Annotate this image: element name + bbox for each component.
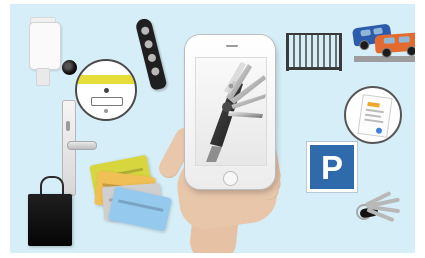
camera-lens-icon [62, 60, 77, 75]
phone-screen [195, 57, 267, 166]
card-blue [108, 186, 172, 232]
zoom-small-dot [104, 109, 108, 113]
car-window [398, 36, 410, 43]
tool-rivet-icon [228, 83, 234, 89]
remote-button [150, 66, 161, 77]
multitool-illustration [206, 62, 266, 162]
car-window [383, 37, 396, 44]
remote-button [143, 39, 154, 50]
zoom-indicator-dot [104, 88, 109, 93]
orange-car [374, 32, 415, 59]
remote-button [147, 53, 157, 63]
document-zoom-circle [344, 86, 402, 144]
car-window [360, 29, 372, 37]
shopping-bag [28, 194, 72, 246]
tool-pivot-icon [222, 102, 232, 112]
document-line [365, 108, 384, 114]
parking-sign: P [307, 142, 357, 192]
camera-stand [36, 68, 50, 86]
door-handle [67, 141, 97, 150]
remote-button [140, 25, 151, 36]
wheel-icon [406, 45, 415, 57]
zoom-panel [91, 97, 123, 106]
car-window [373, 27, 383, 35]
security-camera [29, 22, 77, 75]
document-sheet [357, 94, 393, 138]
bag-handle [40, 176, 64, 196]
document-line [364, 113, 382, 118]
document-line [364, 118, 384, 124]
document-stamp-icon [375, 127, 383, 135]
background-panel: P [10, 4, 415, 253]
zoom-detail-circle [75, 59, 137, 121]
blade-4 [228, 111, 263, 118]
zoom-band [77, 75, 135, 84]
phone-speaker [226, 45, 238, 47]
home-button [223, 171, 238, 186]
document-header-accent [367, 101, 380, 108]
keyhole-icon [66, 121, 70, 131]
smartphone [185, 35, 275, 189]
remote-control [134, 17, 168, 91]
automatic-gate [286, 33, 342, 71]
tool-shadow [206, 146, 222, 162]
parking-label: P [320, 148, 343, 186]
illustration-canvas: P [0, 0, 425, 258]
card-stripe [117, 199, 164, 212]
wheel-icon [358, 39, 370, 51]
